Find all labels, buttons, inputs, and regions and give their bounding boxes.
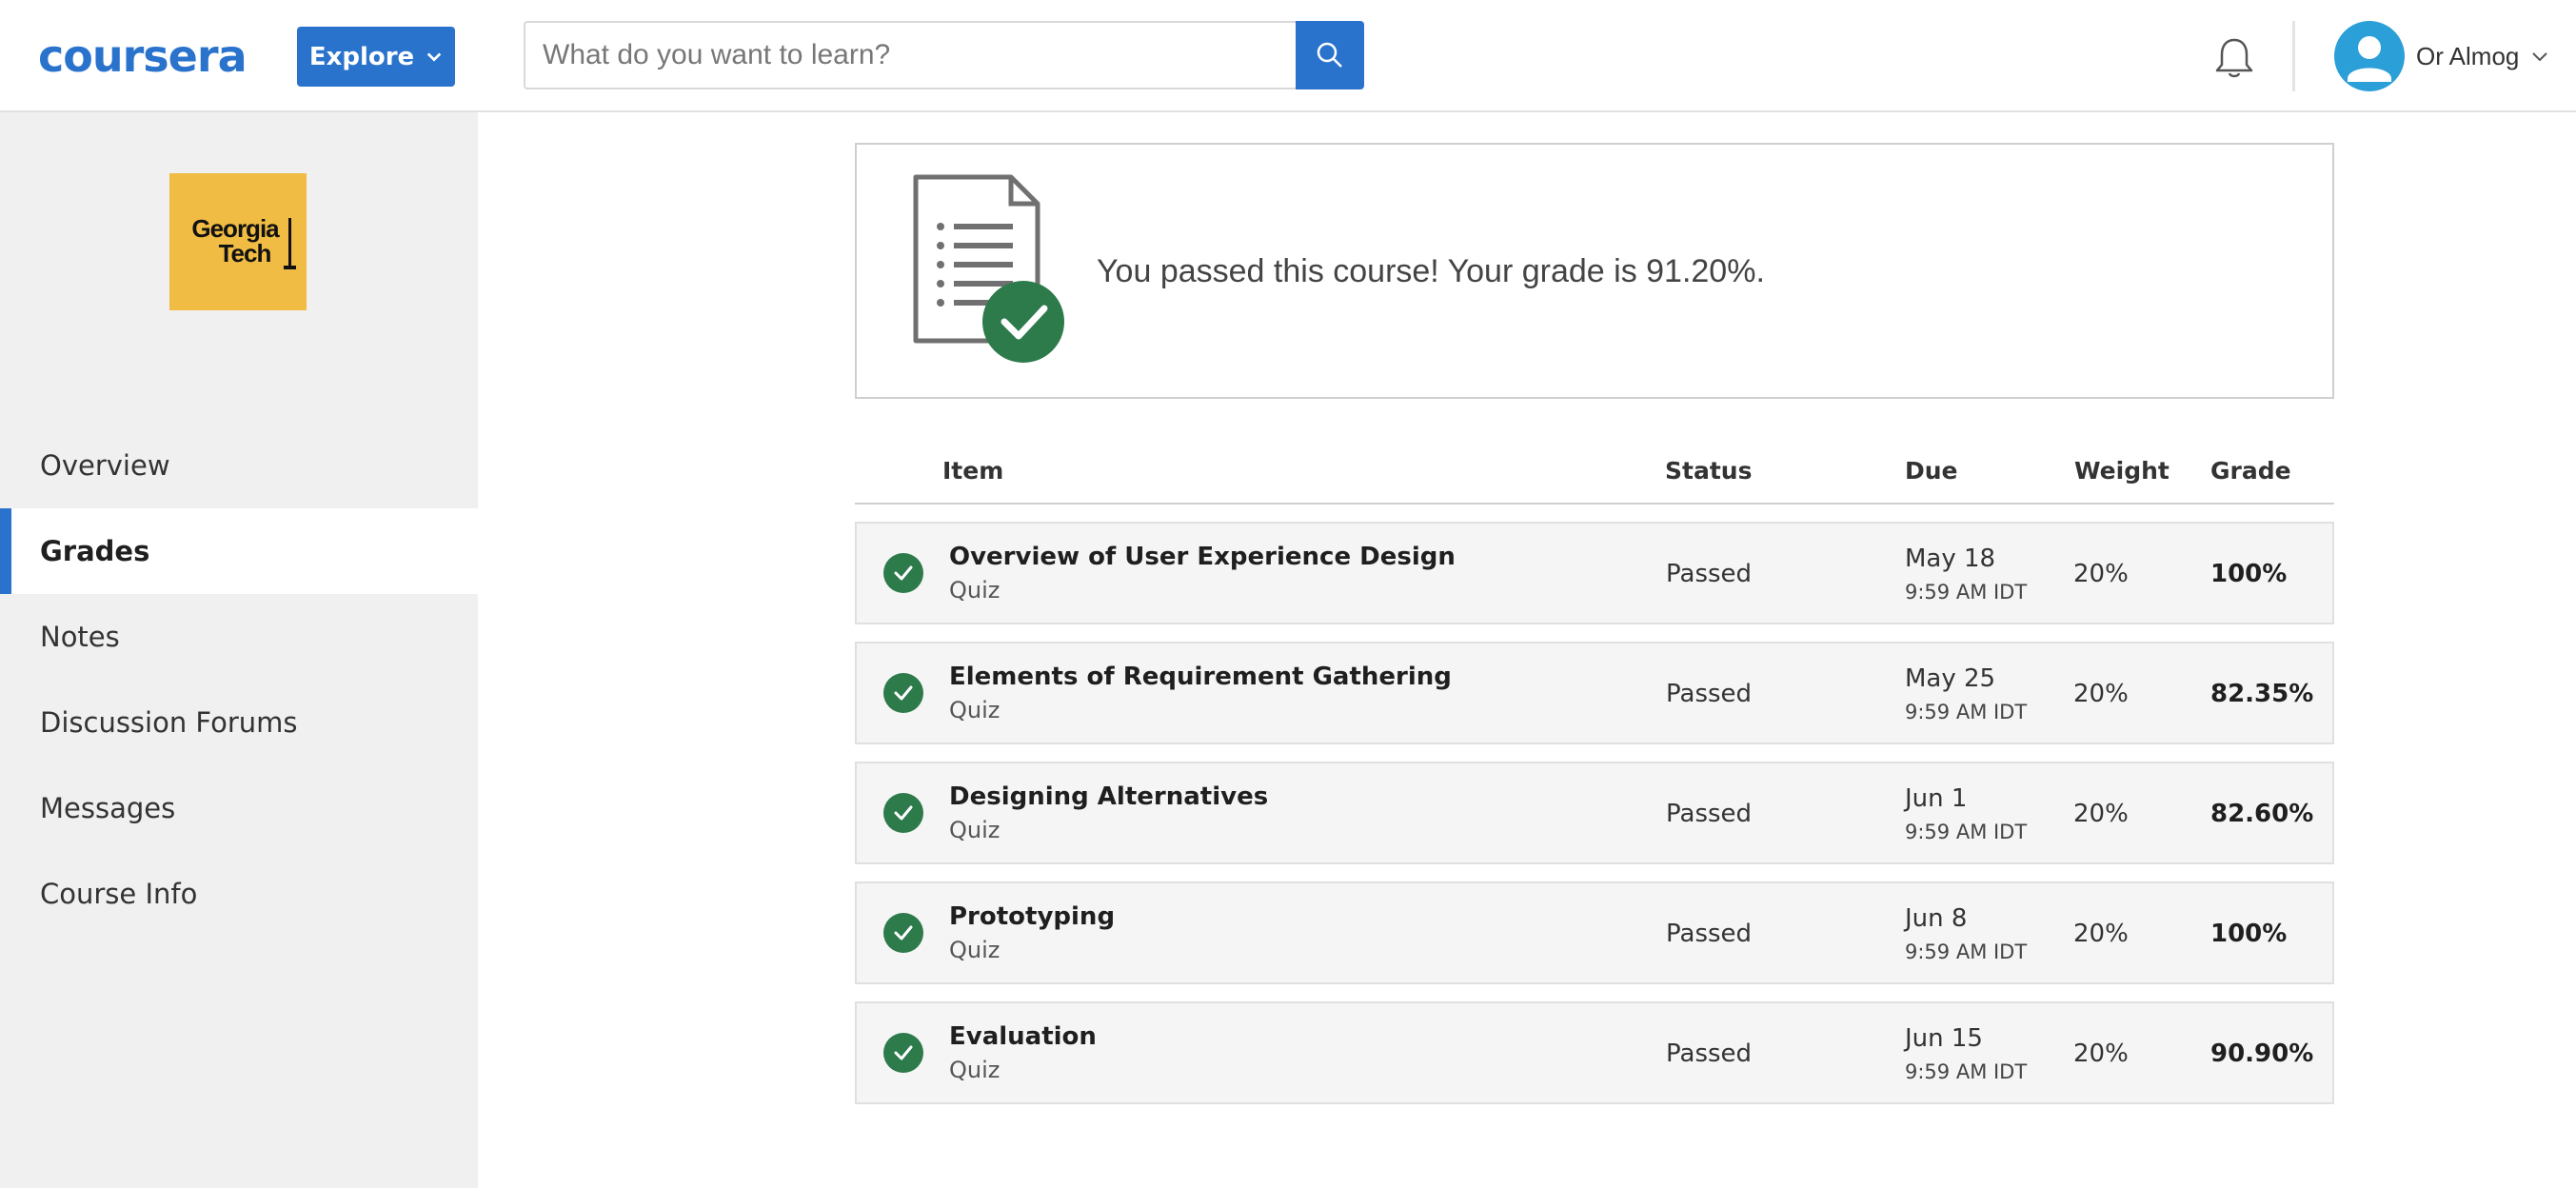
passed-check-icon — [883, 673, 923, 713]
notification-bell-icon[interactable] — [2210, 34, 2258, 82]
column-header-grade: Grade — [2210, 457, 2291, 485]
item-weight: 20% — [2073, 680, 2129, 708]
explore-label: Explore — [308, 42, 415, 71]
table-row[interactable]: Elements of Requirement Gathering Quiz P… — [855, 642, 2334, 744]
item-grade: 82.60% — [2210, 800, 2314, 828]
passed-check-icon — [883, 553, 923, 593]
sidebar-item-label: Grades — [40, 535, 150, 567]
item-grade: 100% — [2210, 560, 2288, 588]
item-weight: 20% — [2073, 1040, 2129, 1068]
explore-button[interactable]: Explore — [297, 27, 455, 87]
table-row[interactable]: Prototyping Quiz Passed Jun 8 9:59 AM ID… — [855, 881, 2334, 984]
sidebar-item-grades[interactable]: Grades — [0, 508, 478, 594]
sidebar-item-label: Notes — [40, 621, 120, 653]
georgia-tech-logo: Georgia Tech — [169, 173, 307, 310]
chevron-down-icon — [426, 51, 442, 62]
item-status: Passed — [1666, 800, 1753, 828]
course-passed-banner: You passed this course! Your grade is 91… — [855, 143, 2334, 399]
search-input[interactable] — [524, 21, 1296, 89]
coursera-logo[interactable]: coursera — [38, 29, 248, 84]
column-header-due: Due — [1905, 457, 1958, 485]
sidebar-item-label: Overview — [40, 449, 170, 482]
avatar — [2334, 21, 2405, 91]
item-status: Passed — [1666, 680, 1753, 708]
item-status: Passed — [1666, 920, 1753, 948]
item-weight: 20% — [2073, 920, 2129, 948]
sidebar-item-discussion-forums[interactable]: Discussion Forums — [0, 680, 478, 765]
item-title-link[interactable]: Overview of User Experience Design — [949, 543, 1456, 571]
due-date: May 25 — [1905, 664, 1996, 693]
search-bar — [524, 21, 1364, 89]
column-header-item: Item — [942, 457, 1004, 485]
item-title-link[interactable]: Designing Alternatives — [949, 782, 1268, 811]
header-divider — [2292, 21, 2295, 91]
search-button[interactable] — [1296, 21, 1364, 89]
user-icon — [2348, 36, 2391, 82]
item-status: Passed — [1666, 1040, 1753, 1068]
passed-check-icon — [883, 1033, 923, 1073]
sidebar-item-overview[interactable]: Overview — [0, 423, 478, 508]
table-row[interactable]: Evaluation Quiz Passed Jun 15 9:59 AM ID… — [855, 1001, 2334, 1104]
item-type: Quiz — [949, 697, 1001, 723]
item-title-link[interactable]: Elements of Requirement Gathering — [949, 663, 1452, 691]
chevron-down-icon — [2532, 52, 2548, 62]
sidebar-item-notes[interactable]: Notes — [0, 594, 478, 680]
passed-check-icon — [883, 913, 923, 953]
svg-text:Tech: Tech — [219, 239, 271, 267]
item-weight: 20% — [2073, 800, 2129, 828]
due-date: Jun 15 — [1905, 1024, 1983, 1053]
logo-text: coursera — [38, 30, 248, 82]
document-check-icon — [913, 174, 1064, 363]
course-sidebar: Georgia Tech Overview Grades Notes Discu… — [0, 112, 478, 1188]
user-menu[interactable]: Or Almog — [2334, 21, 2549, 91]
item-title-link[interactable]: Prototyping — [949, 902, 1115, 931]
passed-check-icon — [883, 793, 923, 833]
due-time: 9:59 AM IDT — [1905, 701, 2028, 723]
top-header: coursera Explore Or Almog — [0, 0, 2576, 112]
course-passed-message: You passed this course! Your grade is 91… — [1097, 253, 1765, 289]
sidebar-item-label: Discussion Forums — [40, 706, 298, 739]
item-grade: 82.35% — [2210, 680, 2314, 708]
item-weight: 20% — [2073, 560, 2129, 588]
item-status: Passed — [1666, 560, 1753, 588]
due-time: 9:59 AM IDT — [1905, 581, 2028, 604]
item-type: Quiz — [949, 817, 1001, 843]
sidebar-item-messages[interactable]: Messages — [0, 765, 478, 851]
item-grade: 90.90% — [2210, 1040, 2314, 1068]
column-header-weight: Weight — [2074, 457, 2170, 485]
item-grade: 100% — [2210, 920, 2288, 948]
item-type: Quiz — [949, 577, 1001, 604]
due-time: 9:59 AM IDT — [1905, 1060, 2028, 1083]
search-icon — [1317, 42, 1342, 68]
sidebar-item-course-info[interactable]: Course Info — [0, 851, 478, 937]
column-header-status: Status — [1665, 457, 1753, 485]
georgia-tech-logo-mark: Georgia Tech — [191, 214, 296, 269]
due-time: 9:59 AM IDT — [1905, 940, 2028, 963]
grades-table-header: Item Status Due Weight Grade — [855, 447, 2334, 505]
sidebar-item-label: Messages — [40, 792, 176, 824]
table-row[interactable]: Overview of User Experience Design Quiz … — [855, 522, 2334, 624]
due-date: Jun 1 — [1905, 784, 1968, 813]
item-type: Quiz — [949, 1057, 1001, 1083]
table-row[interactable]: Designing Alternatives Quiz Passed Jun 1… — [855, 762, 2334, 864]
item-title-link[interactable]: Evaluation — [949, 1022, 1097, 1051]
due-date: Jun 8 — [1905, 904, 1968, 933]
user-name: Or Almog — [2416, 41, 2520, 70]
due-time: 9:59 AM IDT — [1905, 821, 2028, 843]
sidebar-nav: Overview Grades Notes Discussion Forums … — [0, 423, 478, 937]
item-type: Quiz — [949, 937, 1001, 963]
sidebar-item-label: Course Info — [40, 878, 198, 910]
due-date: May 18 — [1905, 544, 1996, 573]
